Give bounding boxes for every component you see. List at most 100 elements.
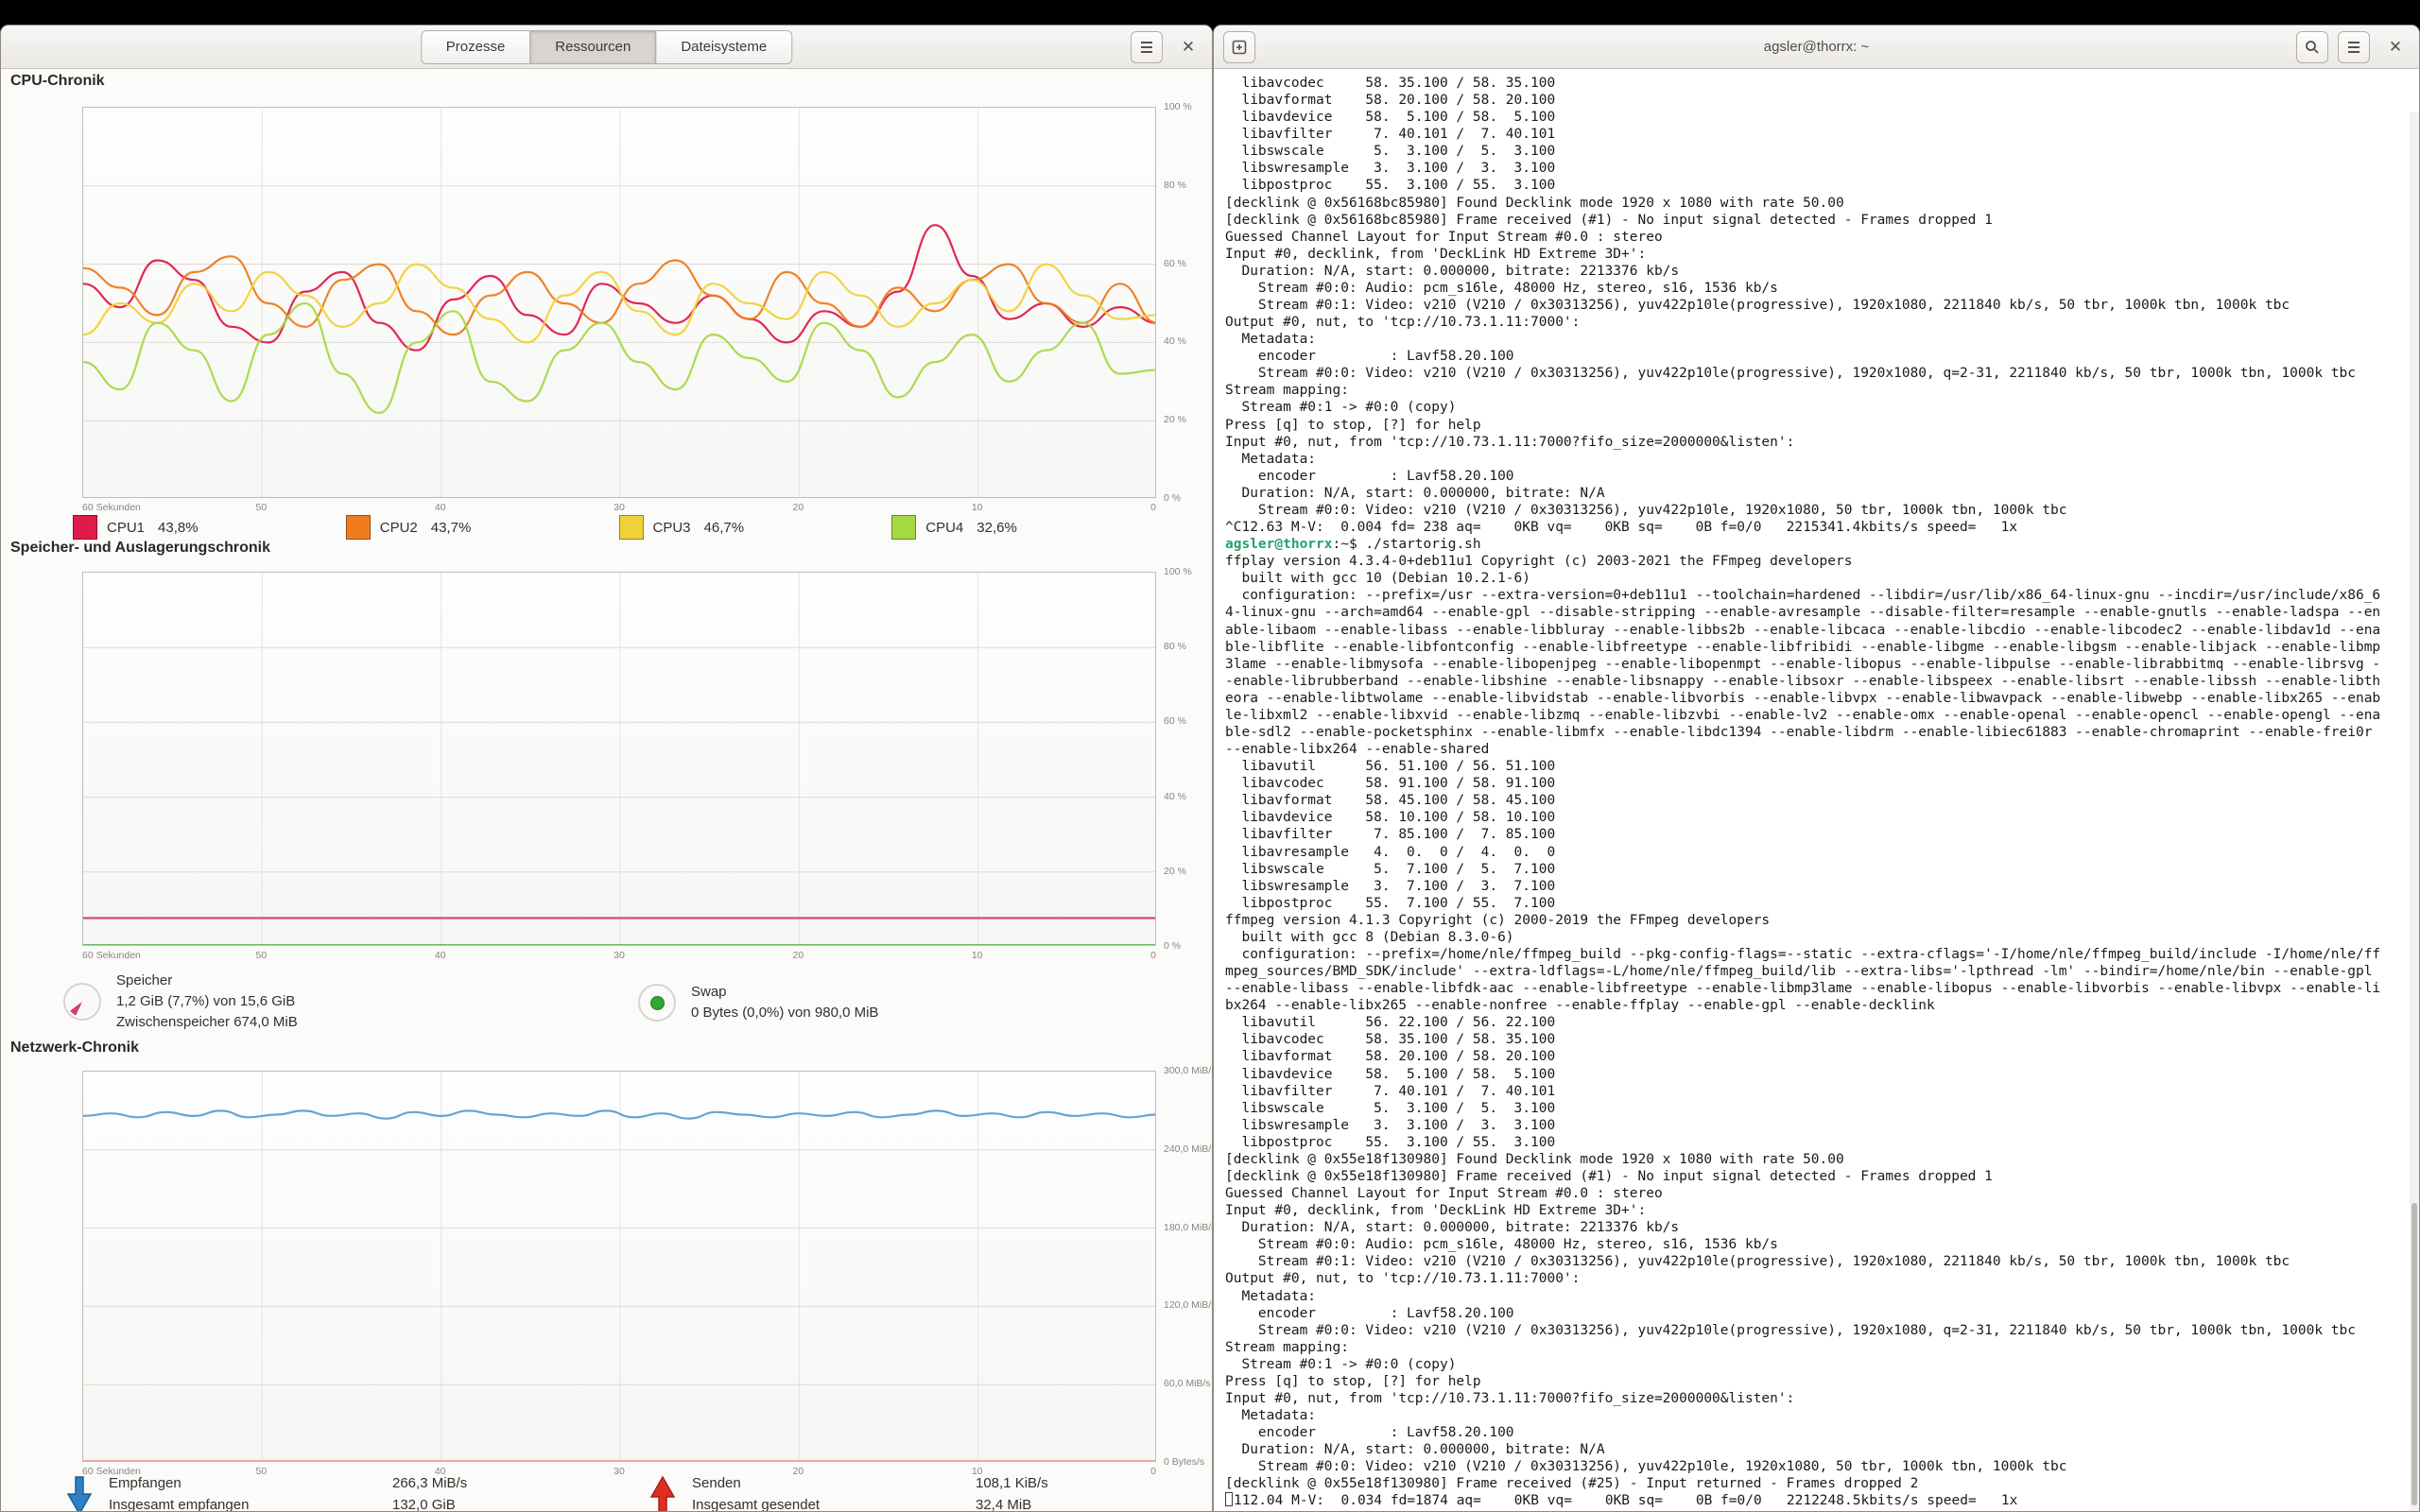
terminal-line: libswresample 3. 3.100 / 3. 3.100	[1225, 1117, 2419, 1134]
memory-y-axis: 100 %80 %60 %40 %20 %0 %	[1164, 565, 1213, 953]
x-axis-tick-label: 60 Sekunden	[82, 502, 141, 513]
y-axis-tick-label: 300,0 MiB/s	[1164, 1064, 1213, 1077]
y-axis-tick-label: 100 %	[1164, 100, 1213, 113]
terminal-line: libswscale 5. 3.100 / 5. 3.100	[1225, 1100, 2419, 1117]
terminal-line: [decklink @ 0x56168bc85980] Frame receiv…	[1225, 212, 2419, 229]
x-axis-tick-label: 10	[972, 502, 983, 513]
scrollbar-thumb[interactable]	[2411, 1203, 2417, 1505]
terminal-line: built with gcc 8 (Debian 8.3.0-6)	[1225, 929, 2419, 946]
terminal-line: libavutil 56. 51.100 / 56. 51.100	[1225, 758, 2419, 775]
new-tab-button[interactable]	[1223, 31, 1255, 63]
terminal-line: 112.04 M-V: 0.034 fd=1874 aq= 0KB vq= 0K…	[1225, 1492, 2419, 1509]
send-rate: 108,1 KiB/s	[976, 1473, 1048, 1495]
plus-square-icon	[1232, 40, 1247, 55]
view-switcher: Prozesse Ressourcen Dateisysteme	[421, 30, 792, 64]
terminal-line: libavdevice 58. 5.100 / 58. 5.100	[1225, 1066, 2419, 1083]
cpu-y-axis: 100 %80 %60 %40 %20 %0 %	[1164, 100, 1213, 505]
x-axis-tick-label: 30	[614, 1466, 625, 1477]
terminal-line: encoder : Lavf58.20.100	[1225, 348, 2419, 365]
terminal-line: ^C12.63 M-V: 0.004 fd= 238 aq= 0KB vq= 0…	[1225, 519, 2419, 536]
network-y-axis: 300,0 MiB/s240,0 MiB/s180,0 MiB/s120,0 M…	[1164, 1064, 1213, 1469]
send-total-label: Insgesamt gesendet	[692, 1495, 976, 1512]
terminal-line: Guessed Channel Layout for Input Stream …	[1225, 1185, 2419, 1202]
terminal-line: libavcodec 58. 35.100 / 58. 35.100	[1225, 75, 2419, 92]
tab-prozesse[interactable]: Prozesse	[421, 30, 531, 64]
terminal-line: Stream #0:1: Video: v210 (V210 / 0x30313…	[1225, 1253, 2419, 1270]
y-axis-tick-label: 20 %	[1164, 413, 1213, 426]
memory-section-title: Speicher- und Auslagerungschronik	[10, 540, 270, 557]
terminal-line: Stream #0:0: Video: v210 (V210 / 0x30313…	[1225, 1322, 2419, 1339]
terminal-output[interactable]: libavcodec 58. 35.100 / 58. 35.100 libav…	[1214, 69, 2419, 1511]
terminal-line: mpeg_sources/BMD_SDK/include' --extra-ld…	[1225, 963, 2419, 980]
hamburger-icon	[1139, 41, 1154, 54]
cpu-chart	[82, 107, 1156, 498]
terminal-line: encoder : Lavf58.20.100	[1225, 468, 2419, 485]
terminal-line: Press [q] to stop, [?] for help	[1225, 417, 2419, 434]
download-arrow-icon	[63, 1475, 95, 1512]
terminal-line: ble-libflite --enable-libfontconfig --en…	[1225, 639, 2419, 656]
x-axis-tick-label: 20	[792, 950, 804, 961]
terminal-line: libswresample 3. 7.100 / 3. 7.100	[1225, 878, 2419, 895]
terminal-line: libavcodec 58. 35.100 / 58. 35.100	[1225, 1031, 2419, 1048]
terminal-line: Metadata:	[1225, 451, 2419, 468]
terminal-line: libpostproc 55. 3.100 / 55. 3.100	[1225, 1134, 2419, 1151]
terminal-line: Output #0, nut, to 'tcp://10.73.1.11:700…	[1225, 314, 2419, 331]
hamburger-icon	[2346, 41, 2361, 54]
y-axis-tick-label: 100 %	[1164, 565, 1213, 578]
terminal-line: libavfilter 7. 40.101 / 7. 40.101	[1225, 1083, 2419, 1100]
y-axis-tick-label: 60,0 MiB/s	[1164, 1377, 1213, 1390]
upload-arrow-icon	[647, 1475, 679, 1512]
cpu3-value: 46,7%	[704, 520, 745, 536]
terminal-line: encoder : Lavf58.20.100	[1225, 1424, 2419, 1441]
network-receive-legend: Empfangen 266,3 MiB/s Insgesamt empfange…	[63, 1473, 467, 1512]
terminal-line: libswscale 5. 3.100 / 5. 3.100	[1225, 143, 2419, 160]
cpu4-value: 32,6%	[977, 520, 1017, 536]
terminal-headerbar[interactable]: agsler@thorrx: ~ ✕	[1214, 26, 2419, 69]
x-axis-tick-label: 40	[435, 502, 446, 513]
swap-title: Swap	[691, 982, 878, 1003]
terminal-close-button[interactable]: ✕	[2379, 31, 2411, 63]
x-axis-tick-label: 30	[614, 950, 625, 961]
network-send-legend: Senden 108,1 KiB/s Insgesamt gesendet 32…	[647, 1473, 1048, 1512]
x-axis-tick-label: 40	[435, 950, 446, 961]
terminal-line: Output #0, nut, to 'tcp://10.73.1.11:700…	[1225, 1270, 2419, 1287]
terminal-line: le-libxml2 --enable-libxvid --enable-lib…	[1225, 707, 2419, 724]
terminal-line: Metadata:	[1225, 1407, 2419, 1424]
x-axis-tick-label: 0	[1150, 950, 1156, 961]
cpu1-legend-entry: CPU1 43,8%	[73, 515, 346, 540]
memory-usage: 1,2 GiB (7,7%) von 15,6 GiB	[116, 991, 298, 1012]
x-axis-tick-label: 20	[792, 502, 804, 513]
tab-ressourcen[interactable]: Ressourcen	[529, 30, 656, 64]
terminal-line: libpostproc 55. 7.100 / 55. 7.100	[1225, 895, 2419, 912]
terminal-line: libavformat 58. 20.100 / 58. 20.100	[1225, 92, 2419, 109]
terminal-line: 4-linux-gnu --arch=amd64 --enable-gpl --…	[1225, 604, 2419, 621]
cpu3-label: CPU3	[653, 520, 691, 536]
cpu4-label: CPU4	[925, 520, 963, 536]
terminal-line: libswscale 5. 7.100 / 5. 7.100	[1225, 861, 2419, 878]
memory-title: Speicher	[116, 971, 298, 991]
close-button[interactable]: ✕	[1172, 31, 1204, 63]
y-axis-tick-label: 20 %	[1164, 865, 1213, 878]
terminal-menu-button[interactable]	[2338, 31, 2370, 63]
cpu2-value: 43,7%	[431, 520, 472, 536]
y-axis-tick-label: 40 %	[1164, 790, 1213, 803]
terminal-line: [decklink @ 0x56168bc85980] Found Deckli…	[1225, 195, 2419, 212]
menu-button[interactable]	[1131, 31, 1163, 63]
terminal-scrollbar[interactable]	[2410, 112, 2419, 1511]
system-monitor-headerbar[interactable]: Prozesse Ressourcen Dateisysteme ✕	[1, 26, 1212, 69]
receive-rate: 266,3 MiB/s	[392, 1473, 467, 1495]
terminal-line: eora --enable-libtwolame --enable-libvid…	[1225, 690, 2419, 707]
terminal-line: libavformat 58. 20.100 / 58. 20.100	[1225, 1048, 2419, 1065]
tab-dateisysteme[interactable]: Dateisysteme	[655, 30, 792, 64]
terminal-line: -enable-librubberband --enable-libshine …	[1225, 673, 2419, 690]
search-button[interactable]	[2296, 31, 2328, 63]
terminal-line: Stream mapping:	[1225, 1339, 2419, 1356]
cpu2-label: CPU2	[380, 520, 418, 536]
cpu4-legend-entry: CPU4 32,6%	[891, 515, 1165, 540]
terminal-line: Duration: N/A, start: 0.000000, bitrate:…	[1225, 1219, 2419, 1236]
terminal-title: agsler@thorrx: ~	[1764, 39, 1870, 55]
terminal-line: [decklink @ 0x55e18f130980] Found Deckli…	[1225, 1151, 2419, 1168]
y-axis-tick-label: 180,0 MiB/s	[1164, 1221, 1213, 1234]
swap-legend-entry: Swap 0 Bytes (0,0%) von 980,0 MiB	[638, 982, 878, 1023]
y-axis-tick-label: 60 %	[1164, 714, 1213, 728]
